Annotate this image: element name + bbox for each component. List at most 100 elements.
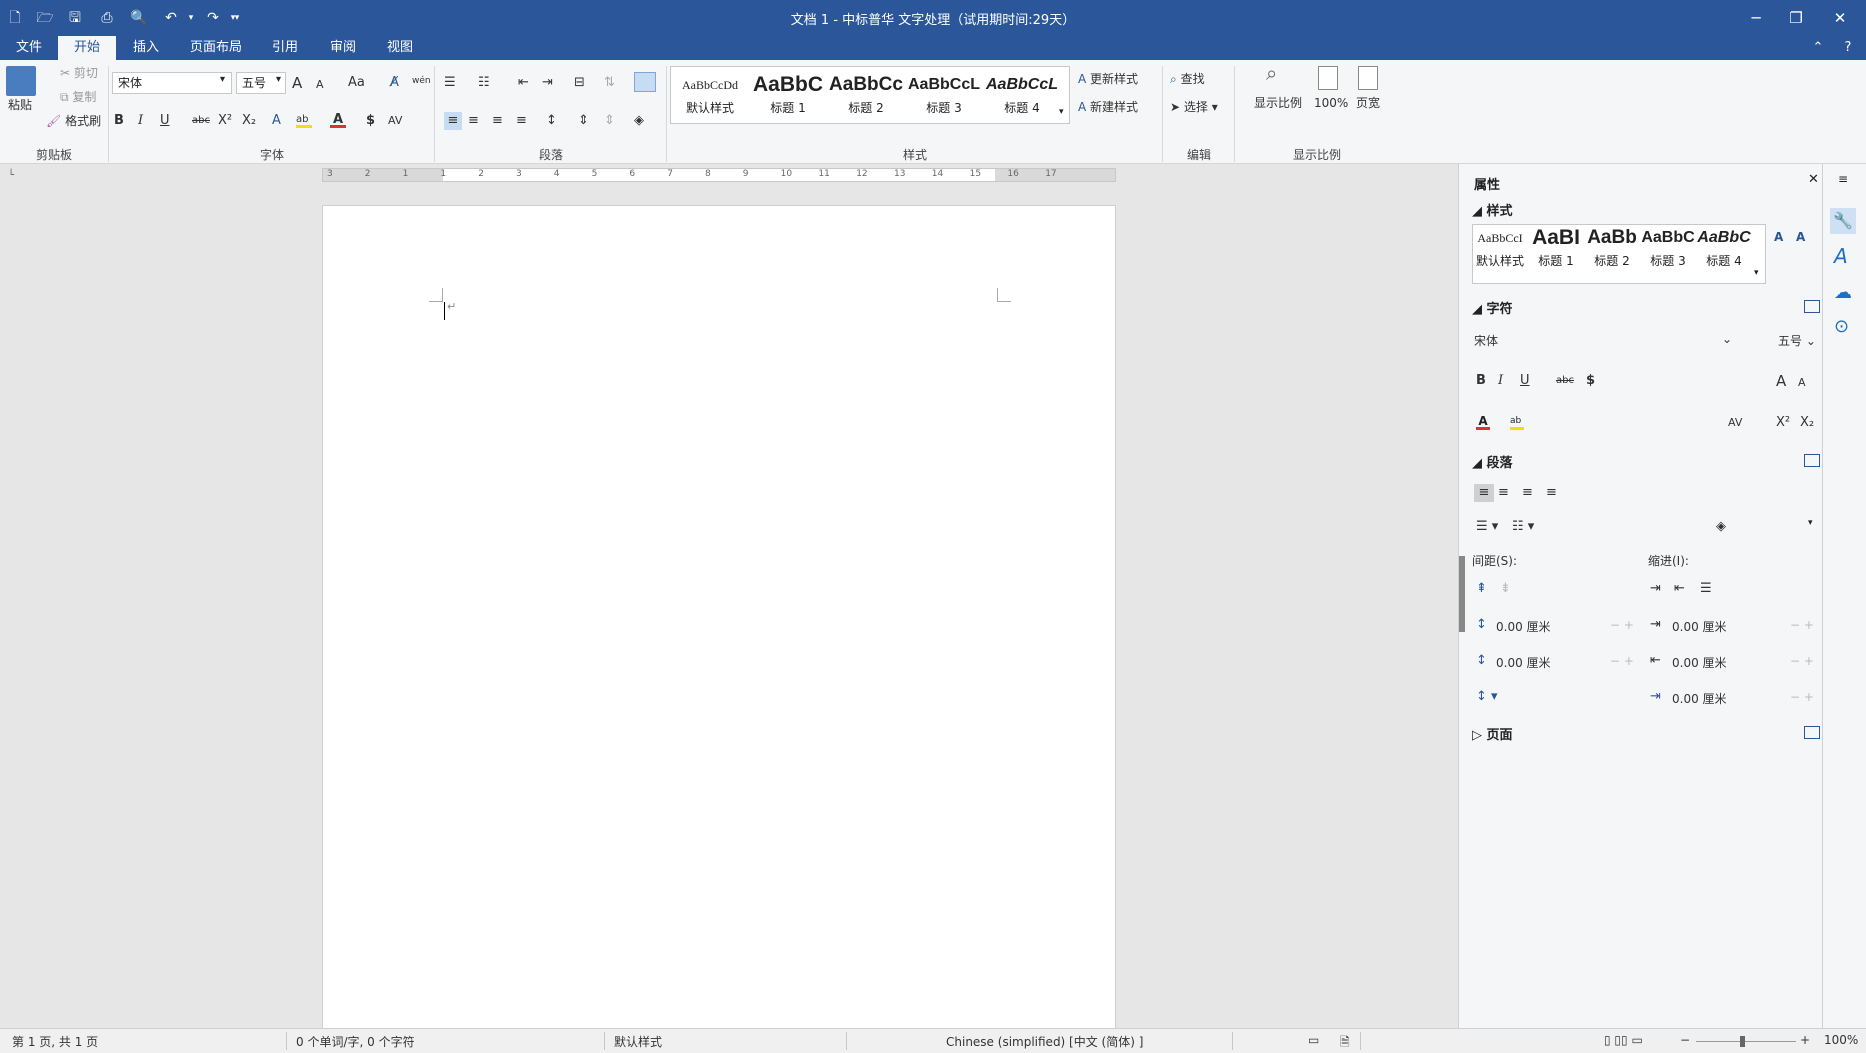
first-line-indent-field[interactable]: 0.00 厘米 xyxy=(1672,690,1727,707)
page-width-icon[interactable] xyxy=(1358,66,1378,90)
select-button[interactable]: ➤ 选择 ▾ xyxy=(1170,98,1218,116)
right-indent-field[interactable]: 0.00 厘米 xyxy=(1672,654,1727,671)
panel-shrink-font-button[interactable]: A xyxy=(1798,374,1806,392)
paste-button[interactable]: 粘贴 xyxy=(8,96,32,114)
gallery-more-icon[interactable]: ▾ xyxy=(1754,268,1759,278)
align-center-icon[interactable]: ≡ xyxy=(468,112,479,130)
style-icon[interactable]: A xyxy=(1834,244,1848,268)
decrease-indent-icon[interactable]: ⇤ xyxy=(518,74,529,92)
zoom-out-icon[interactable]: − xyxy=(1680,1033,1690,1047)
panel-style-default[interactable]: AaBbCcI 默认样式 xyxy=(1472,224,1528,276)
after-stepper[interactable]: − + xyxy=(1610,654,1634,668)
asian-layout-icon[interactable]: ⊟ xyxy=(574,74,585,92)
text-effects-icon[interactable]: A xyxy=(272,112,281,130)
vertical-scrollbar[interactable] xyxy=(1440,164,1454,1028)
panel-highlight-icon[interactable]: ab xyxy=(1510,416,1524,430)
zoom-slider[interactable] xyxy=(1696,1041,1796,1042)
help-icon[interactable]: ? xyxy=(1838,36,1858,60)
panel-justify-icon[interactable]: ≡ xyxy=(1546,484,1557,502)
panel-style-heading-2[interactable]: AaBb 标题 2 xyxy=(1584,224,1640,276)
document-page[interactable]: ↵ xyxy=(322,205,1116,1031)
grow-font-button[interactable]: A xyxy=(292,74,302,92)
update-style-icon[interactable]: A xyxy=(1774,230,1783,244)
paste-icon[interactable] xyxy=(6,66,36,96)
panel-style-heading-1[interactable]: AaBI 标题 1 xyxy=(1528,224,1584,276)
strikethrough-button[interactable]: abc xyxy=(192,112,210,130)
zoom-100-icon[interactable] xyxy=(1318,66,1338,90)
panel-menu-icon[interactable]: ≡ xyxy=(1838,172,1848,186)
doc-check-icon[interactable]: 🗎 xyxy=(1340,1033,1350,1053)
sort-icon[interactable]: ⇅ xyxy=(604,74,615,92)
first-line-stepper[interactable]: − + xyxy=(1790,690,1814,704)
highlight-icon[interactable]: ab xyxy=(296,114,312,128)
after-spacing-field[interactable]: 0.00 厘米 xyxy=(1496,654,1551,671)
numbering-icon[interactable]: ☷ xyxy=(478,74,490,92)
style-heading-1[interactable]: AaBbC 标题 1 xyxy=(749,71,827,121)
new-style-icon[interactable]: A xyxy=(1796,230,1805,244)
bullets-icon[interactable]: ☰ xyxy=(444,74,456,92)
cloud-icon[interactable]: ☁ xyxy=(1834,282,1852,303)
tab-review[interactable]: 审阅 xyxy=(318,36,368,60)
hanging-indent-icon[interactable]: ☰ xyxy=(1700,580,1712,598)
panel-bullets-icon[interactable]: ☰ ▾ xyxy=(1476,518,1498,536)
zoom-level[interactable]: 100% xyxy=(1824,1033,1858,1047)
view-mode-icon[interactable]: ▯ ▯▯ ▭ xyxy=(1604,1033,1643,1047)
panel-font-color-icon[interactable]: A xyxy=(1476,414,1490,430)
panel-grow-font-button[interactable]: A xyxy=(1776,372,1786,390)
line-spacing-icon[interactable]: ↕ xyxy=(546,112,557,130)
tab-view[interactable]: 视图 xyxy=(374,36,426,60)
right-indent-stepper[interactable]: − + xyxy=(1790,654,1814,668)
zoom-in-icon[interactable]: + xyxy=(1800,1033,1810,1047)
panel-strike-button[interactable]: abc xyxy=(1556,372,1574,390)
page-section-header[interactable]: ▷ 页面 xyxy=(1472,724,1513,743)
current-style[interactable]: 默认样式 xyxy=(614,1033,662,1050)
gallery-more-icon[interactable]: ▾ xyxy=(1059,107,1064,117)
panel-align-center-icon[interactable]: ≡ xyxy=(1498,484,1509,502)
update-style-button[interactable]: A 更新样式 xyxy=(1078,70,1138,88)
close-button[interactable]: ✕ xyxy=(1822,6,1858,30)
italic-button[interactable]: I xyxy=(138,112,143,130)
format-painter-button[interactable]: 🖌 格式刷 xyxy=(46,112,101,130)
align-right-icon[interactable]: ≡ xyxy=(492,112,503,130)
panel-align-left-icon[interactable]: ≡ xyxy=(1474,484,1494,502)
panel-italic-button[interactable]: I xyxy=(1498,372,1503,390)
left-indent-stepper[interactable]: − + xyxy=(1790,618,1814,632)
tab-insert[interactable]: 插入 xyxy=(120,36,172,60)
style-heading-3[interactable]: AaBbCcL 标题 3 xyxy=(905,71,983,121)
style-heading-4[interactable]: AaBbCcL 标题 4 xyxy=(983,71,1061,121)
panel-bold-button[interactable]: B xyxy=(1476,372,1486,390)
panel-subscript-button[interactable]: X₂ xyxy=(1800,414,1814,432)
left-indent-field[interactable]: 0.00 厘米 xyxy=(1672,618,1727,635)
find-button[interactable]: ⌕ 查找 xyxy=(1170,70,1205,88)
indent-increase-icon[interactable]: ⇥ xyxy=(1650,580,1661,598)
navigator-icon[interactable]: ⊙ xyxy=(1834,316,1849,337)
para-section-header[interactable]: ◢ 段落 xyxy=(1472,452,1513,471)
style-heading-2[interactable]: AaBbCc 标题 2 xyxy=(827,71,905,121)
panel-style-heading-3[interactable]: AaBbC 标题 3 xyxy=(1640,224,1696,276)
tab-references[interactable]: 引用 xyxy=(260,36,310,60)
panel-char-spacing-button[interactable]: AV xyxy=(1728,414,1742,432)
panel-shading-icon[interactable]: ◈ xyxy=(1716,518,1726,536)
panel-style-heading-4[interactable]: AaBbC 标题 4 xyxy=(1696,224,1752,276)
tab-stop-icon[interactable]: └ xyxy=(8,170,14,181)
panel-font-select[interactable]: 宋体 ⌄ xyxy=(1474,332,1736,352)
change-case-button[interactable]: Aa xyxy=(348,74,365,92)
style-default[interactable]: AaBbCcDd 默认样式 xyxy=(671,71,749,121)
font-color-button[interactable]: A xyxy=(330,112,346,128)
horizontal-ruler[interactable]: 3 2 1 1 2 3 4 5 6 7 8 9 10 11 12 13 14 15 16 17 xyxy=(322,168,1116,182)
panel-resize-handle[interactable] xyxy=(1459,556,1465,632)
close-icon[interactable]: ✕ xyxy=(1808,172,1819,187)
para-spacing-after-icon[interactable]: ⇕ xyxy=(604,112,615,130)
char-dialog-icon[interactable] xyxy=(1804,300,1820,313)
panel-superscript-button[interactable]: X² xyxy=(1776,414,1790,432)
word-count[interactable]: 0 个单词/字, 0 个字符 xyxy=(296,1033,415,1050)
panel-shading-button[interactable]: $ xyxy=(1586,372,1595,390)
superscript-button[interactable]: X² xyxy=(218,112,232,130)
align-left-icon[interactable]: ≡ xyxy=(444,112,462,130)
para-dialog-icon[interactable] xyxy=(1804,454,1820,467)
bold-button[interactable]: B xyxy=(114,112,124,130)
para-spacing-icon[interactable]: ⇕ xyxy=(578,112,589,130)
page-count[interactable]: 第 1 页, 共 1 页 xyxy=(12,1033,98,1050)
indent-decrease-icon[interactable]: ⇤ xyxy=(1674,580,1685,598)
char-shading-button[interactable]: $ xyxy=(366,112,375,130)
